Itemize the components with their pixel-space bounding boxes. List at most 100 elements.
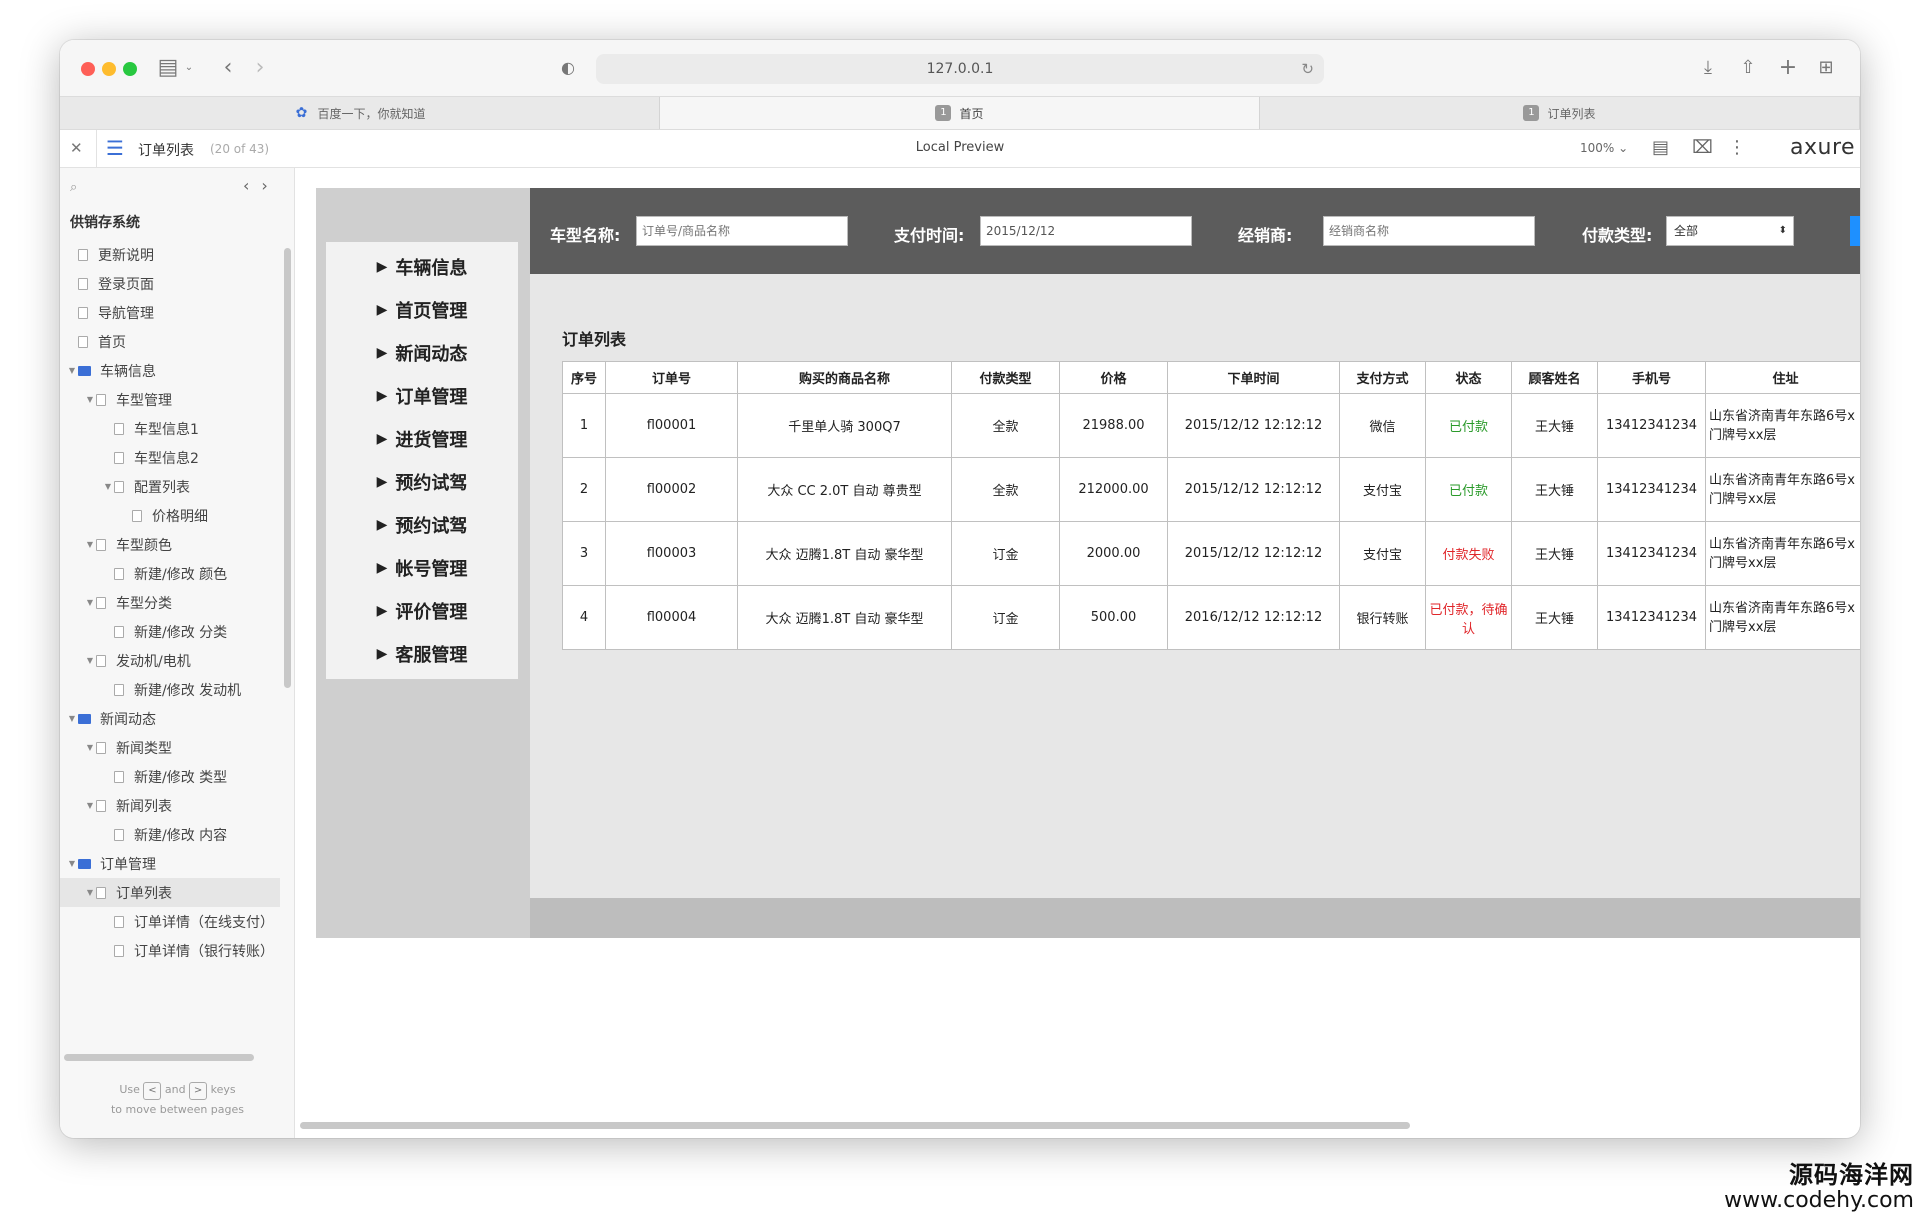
- sitemap-item[interactable]: 车型信息2: [60, 443, 280, 472]
- sitemap-item[interactable]: ▼ 车辆信息: [60, 356, 280, 385]
- tab-overview-icon[interactable]: ⊞: [1814, 54, 1838, 82]
- triangle-right-icon: ▶: [376, 259, 388, 275]
- zoom-dropdown[interactable]: 100% ⌄: [1580, 141, 1628, 155]
- expand-caret-icon[interactable]: ▼: [84, 540, 96, 549]
- cell-customer: 王大锤: [1511, 521, 1598, 586]
- admin-side-menu: ▶ 车辆信息 ▶ 首页管理 ▶ 新闻动态 ▶ 订单管理 ▶ 进货管理 ▶ 预约试驾 ▶ 预约试驾 ▶ 帐号管理…: [316, 188, 530, 938]
- share-icon[interactable]: ⇧: [1736, 54, 1760, 82]
- page-icon: [96, 741, 106, 754]
- sitemap-item[interactable]: ▼ 车型管理: [60, 385, 280, 414]
- footer-bar: [530, 898, 1860, 938]
- search-icon[interactable]: ⌕: [70, 180, 77, 195]
- sitemap-item[interactable]: 新建/修改 发动机: [60, 675, 280, 704]
- sitemap-item[interactable]: ▼ 新闻动态: [60, 704, 280, 733]
- sitemap-item-label: 新闻类型: [116, 740, 172, 757]
- back-arrow-icon[interactable]: ‹: [218, 54, 238, 82]
- sitemap-item-label: 新闻列表: [116, 798, 172, 815]
- minimize-window-button[interactable]: [102, 62, 116, 76]
- sitemap-item-label: 导航管理: [98, 305, 154, 322]
- expand-caret-icon[interactable]: ▼: [84, 801, 96, 810]
- new-tab-icon[interactable]: +: [1776, 54, 1800, 82]
- sitemap-item[interactable]: ▼ 订单列表: [60, 878, 280, 907]
- cell-phone: 13412341234: [1597, 585, 1706, 650]
- sitemap-item-label: 车型颜色: [116, 537, 172, 554]
- order-list-title: 订单列表: [562, 330, 627, 349]
- sitemap-item[interactable]: 新建/修改 类型: [60, 762, 280, 791]
- sitemap-item[interactable]: 登录页面: [60, 269, 280, 298]
- canvas-horizontal-scrollbar[interactable]: [300, 1122, 1410, 1129]
- expand-caret-icon[interactable]: ▼: [66, 859, 78, 868]
- more-options-icon[interactable]: ⋮: [1728, 137, 1746, 158]
- expand-caret-icon[interactable]: ▼: [66, 366, 78, 375]
- cell-phone: 13412341234: [1597, 521, 1706, 586]
- sitemap-item[interactable]: ▼ 发动机/电机: [60, 646, 280, 675]
- tab-label: 首页: [959, 106, 984, 121]
- expand-caret-icon[interactable]: ▼: [84, 888, 96, 897]
- sitemap-item[interactable]: 新建/修改 分类: [60, 617, 280, 646]
- browser-titlebar: ▤ ⌄ ‹ › ◐ 127.0.0.1 ↻ ⤓ ⇧ + ⊞: [60, 40, 1860, 96]
- expand-caret-icon[interactable]: ▼: [84, 743, 96, 752]
- sitemap-item[interactable]: 订单详情（在线支付）: [60, 907, 280, 936]
- sidebar-horizontal-scrollbar[interactable]: [64, 1054, 254, 1061]
- forward-arrow-icon[interactable]: ›: [250, 54, 270, 82]
- address-bar[interactable]: 127.0.0.1 ↻: [596, 54, 1324, 84]
- side-menu-item[interactable]: ▶ 客服管理: [326, 629, 518, 679]
- expand-caret-icon[interactable]: ▼: [102, 482, 114, 491]
- sitemap-item[interactable]: ▼ 配置列表: [60, 472, 280, 501]
- tab-home[interactable]: 1 首页: [660, 97, 1260, 129]
- sitemap-item-label: 首页: [98, 334, 126, 351]
- table-row[interactable]: 3 fl00003 大众 迈腾1.8T 自动 豪华型 订金 2000.00 2015/12…: [562, 521, 1860, 586]
- reload-icon[interactable]: ↻: [1301, 54, 1314, 84]
- sitemap-item[interactable]: ▼ 新闻列表: [60, 791, 280, 820]
- expand-caret-icon[interactable]: ▼: [84, 656, 96, 665]
- watermark: 源码海洋网 www.codehy.com: [1724, 1162, 1914, 1214]
- dealer-input[interactable]: [1323, 216, 1535, 246]
- expand-caret-icon[interactable]: ▼: [66, 714, 78, 723]
- download-icon[interactable]: ⤓: [1696, 54, 1720, 82]
- hint-keys: keys: [210, 1083, 236, 1096]
- page-icon: [96, 538, 106, 551]
- baidu-paw-icon: ✿: [295, 105, 308, 121]
- close-window-button[interactable]: [81, 62, 95, 76]
- notes-icon[interactable]: ▤: [1652, 137, 1669, 158]
- sitemap-item[interactable]: 首页: [60, 327, 280, 356]
- sitemap-item[interactable]: 新建/修改 颜色: [60, 559, 280, 588]
- table-row[interactable]: 1 fl00001 千里单人骑 300Q7 全款 21988.00 2015/12/12 …: [562, 393, 1860, 458]
- sitemap-item[interactable]: 价格明细: [60, 501, 280, 530]
- table-row[interactable]: 2 fl00002 大众 CC 2.0T 自动 尊贵型 全款 212000.00 2015…: [562, 457, 1860, 522]
- pay-time-input[interactable]: [980, 216, 1192, 246]
- sitemap-item-label: 车型信息2: [134, 450, 199, 467]
- chevron-down-icon[interactable]: ⌄: [182, 54, 196, 82]
- tab-baidu[interactable]: ✿ 百度一下，你就知道: [60, 97, 660, 129]
- page-icon: [114, 944, 124, 957]
- sitemap-item[interactable]: 车型信息1: [60, 414, 280, 443]
- table-row[interactable]: 4 fl00004 大众 迈腾1.8T 自动 豪华型 订金 500.00 2016/12/…: [562, 585, 1860, 650]
- page-icon: [96, 799, 106, 812]
- cell-time: 2015/12/12 12:12:12: [1167, 393, 1340, 458]
- sidebar-vertical-scrollbar[interactable]: [284, 248, 291, 688]
- page-nav-arrows[interactable]: ‹›: [243, 176, 280, 195]
- sitemap-item[interactable]: 更新说明: [60, 240, 280, 269]
- tab-order-list[interactable]: 1 订单列表: [1260, 97, 1860, 129]
- sitemap-item[interactable]: ▼ 新闻类型: [60, 733, 280, 762]
- axure-logo: axure: [1790, 135, 1856, 160]
- cell-status: 已付款，待确认: [1425, 585, 1512, 650]
- sitemap-item[interactable]: ▼ 车型分类: [60, 588, 280, 617]
- inspect-icon[interactable]: ⌧: [1692, 137, 1713, 158]
- shield-icon[interactable]: ◐: [558, 54, 578, 82]
- maximize-window-button[interactable]: [123, 62, 137, 76]
- select-updown-icon: ⬍: [1778, 225, 1787, 236]
- sitemap-item[interactable]: ▼ 车型颜色: [60, 530, 280, 559]
- page-favicon-icon: 1: [935, 105, 952, 121]
- model-name-input[interactable]: [636, 216, 848, 246]
- sitemap-item[interactable]: 订单详情（银行转账）: [60, 936, 280, 960]
- sitemap-item[interactable]: 新建/修改 内容: [60, 820, 280, 849]
- sitemap-item[interactable]: 导航管理: [60, 298, 280, 327]
- pay-type-select[interactable]: 全部 ⬍: [1666, 216, 1794, 246]
- search-button[interactable]: [1850, 216, 1860, 246]
- sidebar-toggle-icon[interactable]: ▤: [156, 54, 180, 82]
- cell-pay-type: 订金: [951, 585, 1060, 650]
- sitemap-item[interactable]: ▼ 订单管理: [60, 849, 280, 878]
- expand-caret-icon[interactable]: ▼: [84, 395, 96, 404]
- expand-caret-icon[interactable]: ▼: [84, 598, 96, 607]
